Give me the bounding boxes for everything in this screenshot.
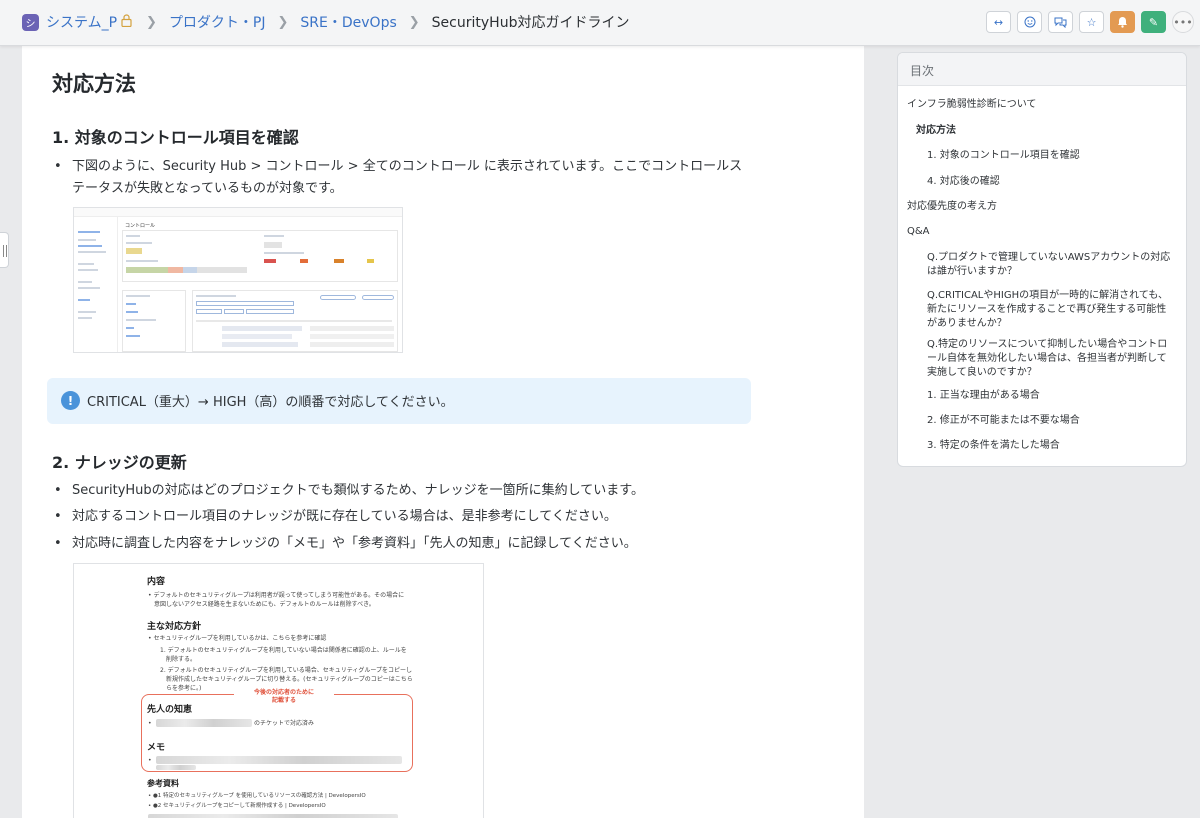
comment-icon	[1054, 17, 1067, 28]
toc-item[interactable]: インフラ脆弱性診断について	[907, 98, 1036, 112]
breadcrumb-item-product[interactable]: プロダクト・PJ	[169, 12, 266, 32]
breadcrumb: シ システム_P ❯ プロダクト・PJ ❯ SRE・DevOps ❯ Secur…	[22, 12, 629, 32]
breadcrumb-space[interactable]: システム_P	[46, 12, 117, 32]
toc-item[interactable]: 4. 対応後の確認	[927, 175, 1175, 189]
screenshot-heading: メモ	[147, 743, 166, 753]
redacted-text	[156, 719, 252, 727]
toc-item[interactable]: Q&A	[907, 225, 930, 239]
star-button[interactable]: ☆	[1079, 11, 1104, 33]
header-actions: ↔ ☆ ✎ •••	[980, 11, 1194, 33]
screenshot-text: •	[148, 757, 152, 764]
edit-button[interactable]: ✎	[1141, 11, 1166, 33]
list-item: • 対応するコントロール項目のナレッジが既に存在している場合は、是非参考にしてくだ…	[54, 509, 617, 524]
breadcrumb-separator-icon: ❯	[408, 14, 420, 30]
screenshot-heading: 先人の知恵	[147, 705, 193, 715]
securityhub-controls-screenshot[interactable]: コントロール	[73, 207, 403, 353]
list-item: • 対応時に調査した内容をナレッジの「メモ」や「参考資料」「先人の知恵」に記録して…	[54, 536, 637, 551]
emoji-icon	[1024, 16, 1035, 28]
screenshot-text: • ●1 特定のセキュリティグループ を使用しているリソースの確認方法 | De…	[148, 793, 366, 799]
toc-item[interactable]: 対応方法	[916, 124, 956, 138]
screenshot-text: 1. デフォルトのセキュリティグループを利用していない場合は関係者に確認の上、ル…	[160, 647, 407, 654]
screenshot-text: 意図しないアクセス経路を生まないためにも、デフォルトのルールは削除すべき。	[154, 601, 375, 608]
redacted-text	[148, 814, 398, 818]
screenshot-title: コントロール	[125, 223, 156, 229]
screenshot-heading: 参考資料	[147, 779, 179, 788]
screenshot-heading: 主な対応方針	[147, 622, 202, 632]
bell-icon	[1118, 17, 1127, 28]
screenshot-heading: 内容	[147, 577, 166, 587]
screenshot-text: 削除する。	[166, 656, 197, 663]
breadcrumb-item-sre[interactable]: SRE・DevOps	[300, 12, 396, 32]
table-of-contents: 目次 インフラ脆弱性診断について 対応方法 1. 対象のコントロール項目を確認 …	[897, 52, 1187, 467]
lock-icon	[121, 13, 132, 31]
screenshot-text: • デフォルトのセキュリティグループは利用者が誤って使ってしまう可能性がある。そ…	[148, 592, 405, 599]
edit-icon: ✎	[1148, 15, 1159, 29]
breadcrumb-separator-icon: ❯	[146, 14, 157, 30]
annotation-note: 今後の対応者のために 記載する	[234, 689, 334, 705]
list-item: • 下図のように、Security Hub > コントロール > 全てのコントロー…	[54, 159, 743, 196]
link-button[interactable]: ↔	[986, 11, 1011, 33]
section2-heading: 2. ナレッジの更新	[52, 453, 187, 472]
screenshot-text: のチケットで対応済み	[254, 720, 315, 727]
screenshot-text: • セキュリティグループを利用しているかは、こちらを参考に確認	[148, 635, 327, 642]
toc-item[interactable]: 1. 正当な理由がある場合	[927, 389, 1175, 403]
toc-title: 目次	[898, 53, 1186, 86]
list-item: • SecurityHubの対応はどのプロジェクトでも類似するため、ナレッジを一箇…	[54, 483, 644, 498]
toc-item[interactable]: Q.特定のリソースについて抑制したい場合やコントロール自体を無効化したい場合は、…	[927, 338, 1175, 380]
toc-item[interactable]: 1. 対象のコントロール項目を確認	[927, 149, 1175, 163]
breadcrumb-separator-icon: ❯	[277, 14, 289, 30]
page-title: SecurityHub対応ガイドライン	[431, 15, 630, 31]
toc-item[interactable]: 3. 特定の条件を満たした場合	[927, 439, 1175, 453]
more-button[interactable]: •••	[1172, 11, 1194, 33]
toc-item[interactable]: Q.プロダクトで管理していないAWSアカウントの対応は誰が行いますか？	[927, 251, 1175, 279]
top-bar: シ システム_P ❯ プロダクト・PJ ❯ SRE・DevOps ❯ Secur…	[0, 0, 1200, 46]
sidebar-toggle-handle[interactable]	[0, 232, 9, 268]
screenshot-text: •	[148, 720, 152, 727]
info-panel: ! CRITICAL（重大）→ HIGH（高）の順番で対応してください。	[47, 378, 751, 424]
screenshot-text: らを参考に。)	[166, 685, 202, 692]
notification-button[interactable]	[1110, 11, 1135, 33]
toc-item[interactable]: 2. 修正が不可能または不要な場合	[927, 414, 1175, 428]
toc-item[interactable]: 対応優先度の考え方	[907, 200, 997, 214]
screenshot-text: 2. デフォルトのセキュリティグループを利用している場合、セキュリティグループを…	[160, 667, 413, 674]
redacted-text	[156, 756, 402, 764]
screenshot-text: • ●2 セキュリティグループをコピーして新規作成する | Developers…	[148, 803, 326, 809]
section-title: 対応方法	[52, 72, 136, 96]
info-icon: !	[61, 391, 80, 410]
more-icon: •••	[1173, 15, 1193, 29]
reaction-button[interactable]	[1017, 11, 1042, 33]
redacted-text	[156, 765, 196, 770]
knowledge-page-screenshot[interactable]: 内容 • デフォルトのセキュリティグループは利用者が誤って使ってしまう可能性があ…	[73, 563, 484, 818]
section1-heading: 1. 対象のコントロール項目を確認	[52, 128, 299, 147]
space-avatar-icon: シ	[22, 13, 39, 31]
article-body: 対応方法 1. 対象のコントロール項目を確認 • 下図のように、Security …	[22, 46, 864, 818]
info-text: CRITICAL（重大）→ HIGH（高）の順番で対応してください。	[87, 395, 454, 410]
comment-button[interactable]	[1048, 11, 1073, 33]
link-icon: ↔	[993, 15, 1004, 29]
screenshot-text: 新規作成したセキュリティグループに切り替える。(セキュリティグループのコピーはこ…	[166, 676, 413, 683]
toc-item[interactable]: Q.CRITICALやHIGHの項目が一時的に解消されても、新たにリソースを作成…	[927, 289, 1175, 331]
star-icon: ☆	[1086, 15, 1097, 29]
